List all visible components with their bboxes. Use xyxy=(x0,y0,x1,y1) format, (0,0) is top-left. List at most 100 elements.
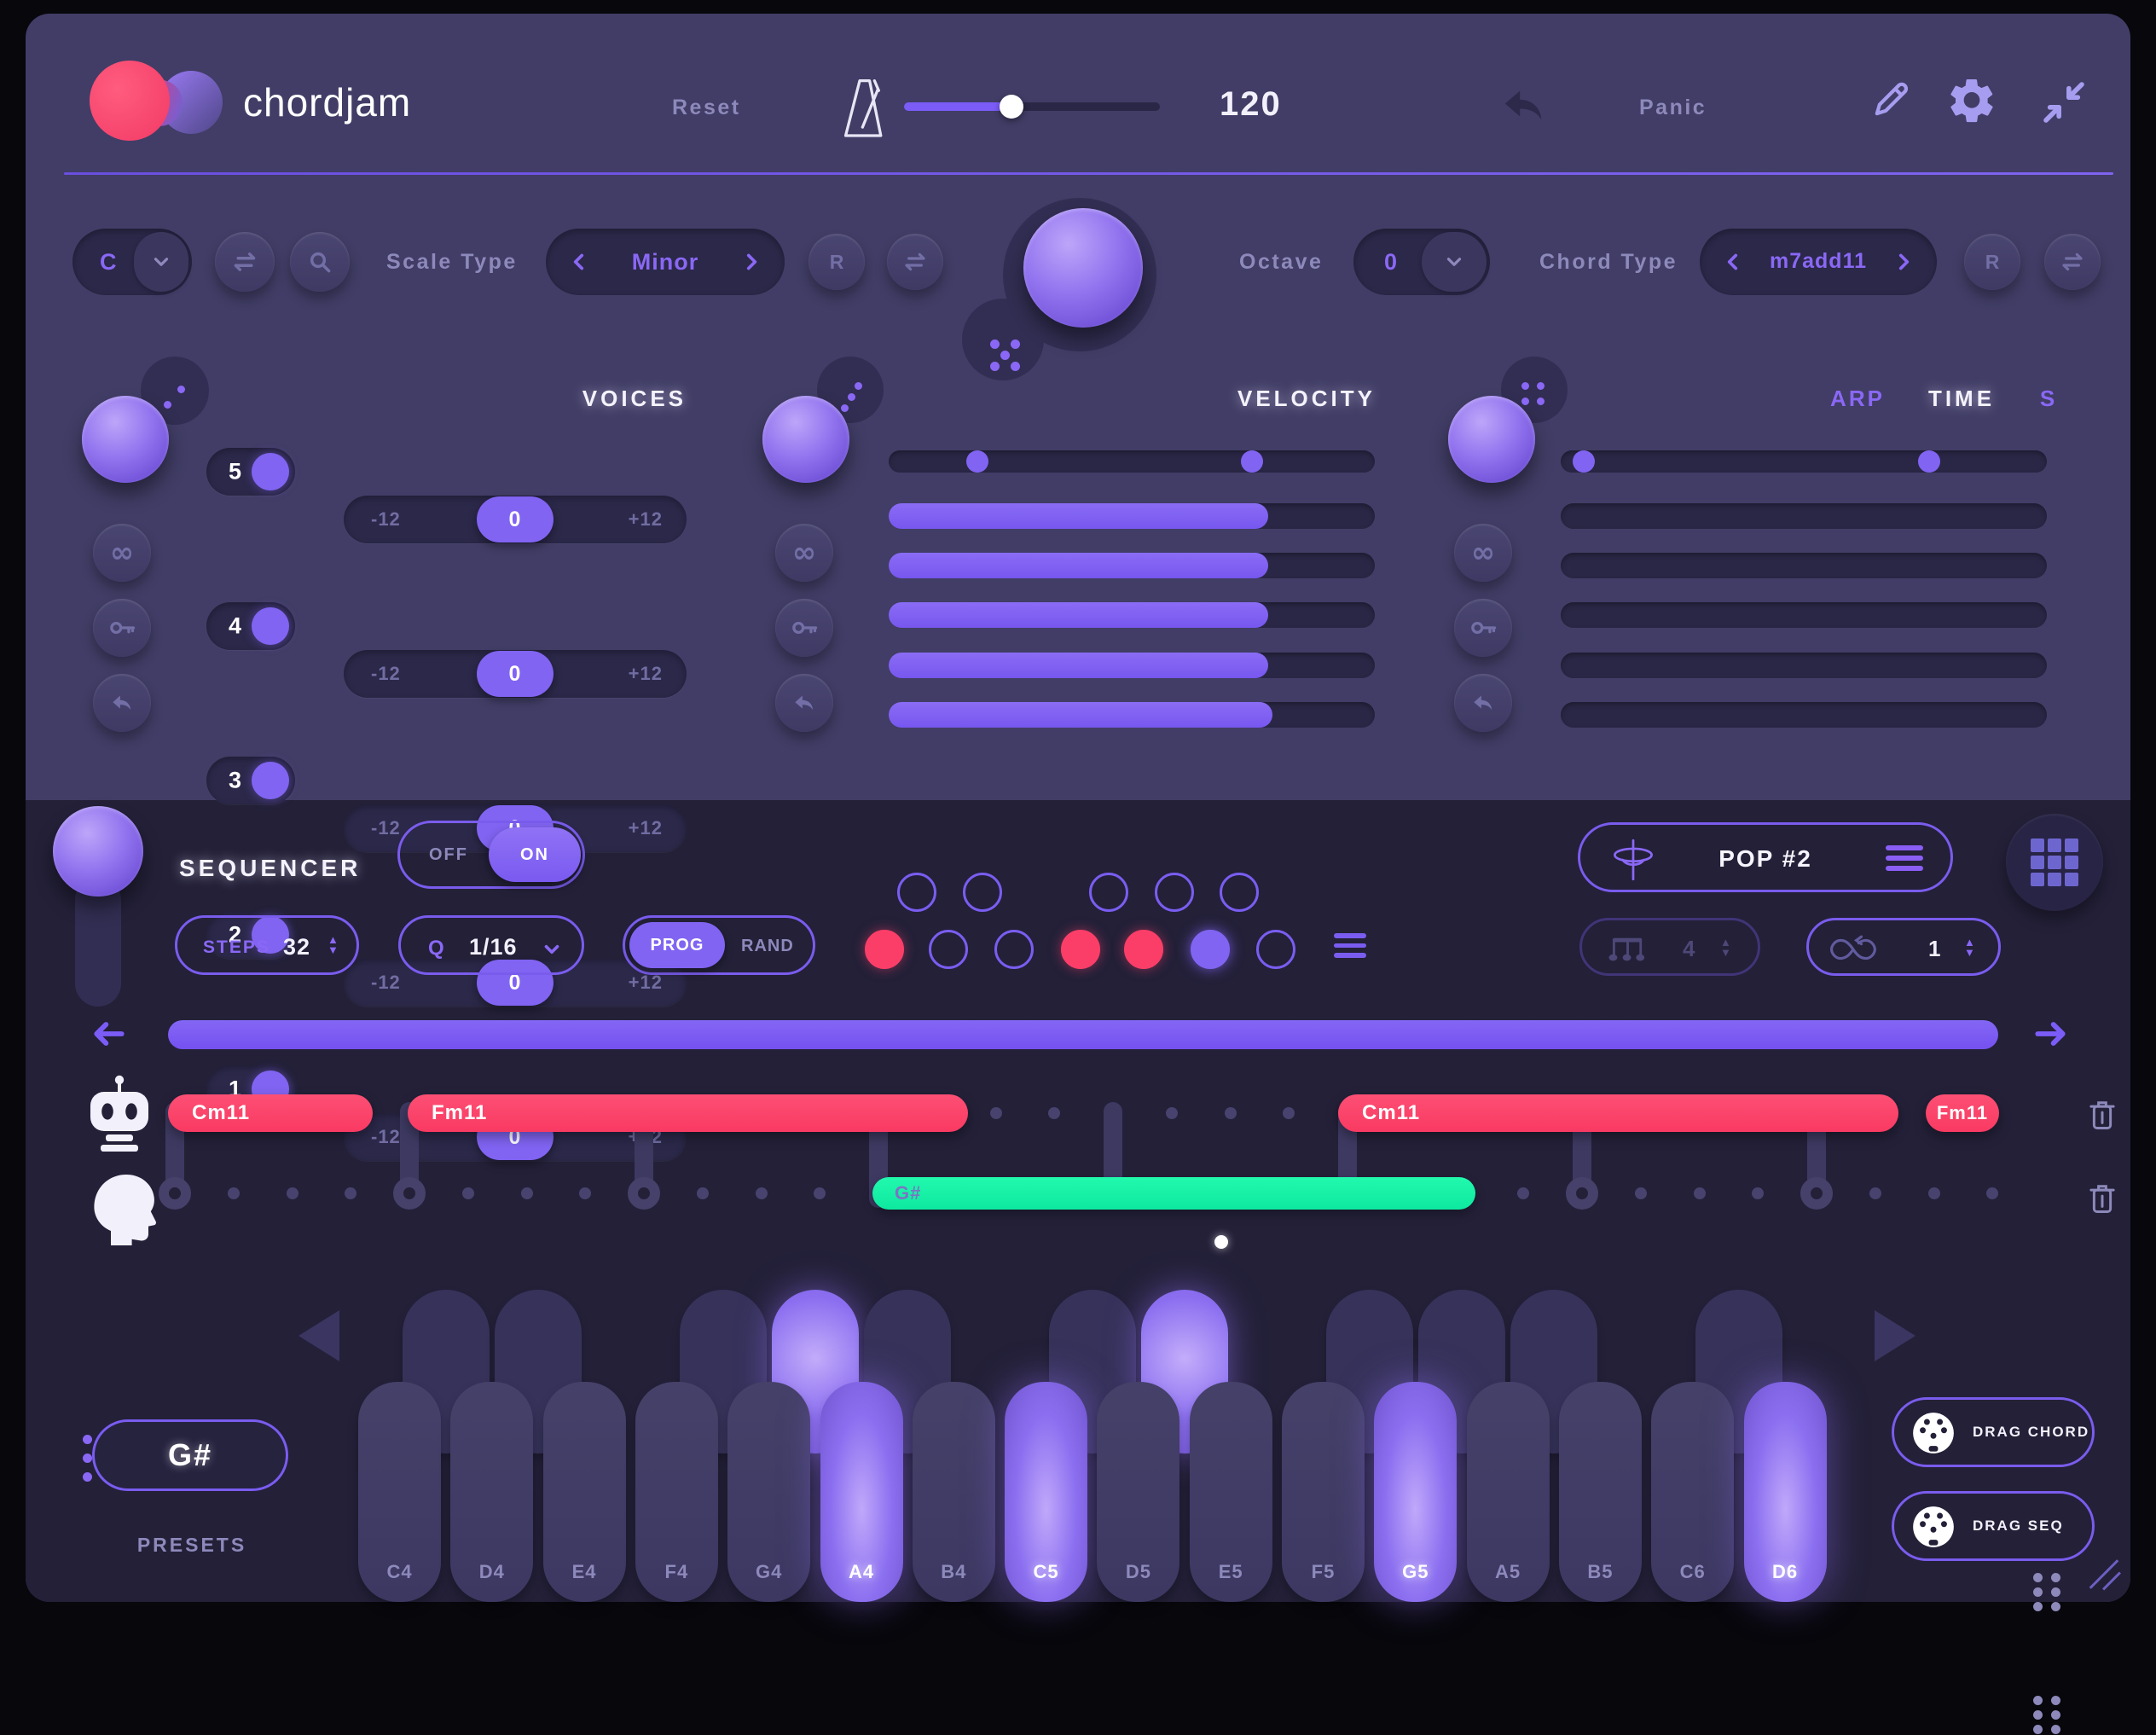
preset-selector[interactable]: POP #2 xyxy=(1578,822,1953,892)
note-step-ring[interactable] xyxy=(1800,1177,1833,1210)
scale-search-button[interactable] xyxy=(290,232,350,292)
voices-latch-infinity-button[interactable]: ∞ xyxy=(93,524,151,582)
chevron-right-icon[interactable] xyxy=(740,251,762,273)
chord-lane-drag-handle[interactable] xyxy=(2033,1573,2062,1612)
velocity-random-knob[interactable] xyxy=(762,396,849,483)
note-lane-drag-handle[interactable] xyxy=(2033,1696,2062,1735)
chord-type-select[interactable]: m7add11 xyxy=(1700,229,1937,295)
arp-time-range-handle-2[interactable] xyxy=(1918,450,1940,473)
white-key-G4[interactable]: G4 xyxy=(727,1382,810,1602)
white-key-B4[interactable]: B4 xyxy=(913,1382,995,1602)
chord-step-dot[interactable] xyxy=(1166,1107,1178,1119)
note-step-dot[interactable] xyxy=(521,1187,533,1199)
white-key-F4[interactable]: F4 xyxy=(635,1382,718,1602)
note-step-dot[interactable] xyxy=(1635,1187,1647,1199)
human-head-icon[interactable] xyxy=(87,1163,162,1249)
arp-range-slider[interactable] xyxy=(1561,450,2047,473)
velocity-key-lock-button[interactable] xyxy=(775,599,833,657)
velocity-latch-infinity-button[interactable]: ∞ xyxy=(775,524,833,582)
velocity-bar-3[interactable] xyxy=(889,602,1375,628)
key-select[interactable]: C xyxy=(72,229,192,295)
preset-menu-icon[interactable] xyxy=(1886,845,1923,871)
pattern-bottom-step-3[interactable] xyxy=(994,930,1034,969)
white-key-C4[interactable]: C4 xyxy=(358,1382,441,1602)
drag-chord-button[interactable]: DRAG CHORD xyxy=(1892,1397,2095,1467)
chord-random-button[interactable]: R xyxy=(1964,234,2020,290)
on-chip[interactable]: ON xyxy=(489,827,581,882)
sequencer-random-knob[interactable] xyxy=(53,806,143,897)
repeat-stepper[interactable]: 4 ▲▼ xyxy=(1579,918,1760,976)
velocity-bar-1[interactable] xyxy=(889,503,1375,529)
arp-time-bar-3[interactable] xyxy=(1561,602,2047,628)
scale-random-button[interactable]: R xyxy=(808,234,865,290)
key-dropdown-chip[interactable] xyxy=(134,232,188,292)
chord-block[interactable]: Fm11 xyxy=(408,1094,968,1132)
pattern-bottom-step-7[interactable] xyxy=(1256,930,1295,969)
note-step-dot[interactable] xyxy=(756,1187,768,1199)
drag-seq-button[interactable]: DRAG SEQ xyxy=(1892,1491,2095,1561)
chord-block[interactable]: Cm11 xyxy=(168,1094,373,1132)
arp-tab[interactable]: ARP xyxy=(1815,386,1900,412)
pattern-bottom-step-2[interactable] xyxy=(929,930,968,969)
metronome-icon[interactable] xyxy=(836,73,892,142)
robot-icon[interactable] xyxy=(78,1071,160,1153)
key-shuffle-button[interactable] xyxy=(215,232,275,292)
white-key-D4[interactable]: D4 xyxy=(450,1382,533,1602)
arp-time-bar-4[interactable] xyxy=(1561,653,2047,678)
settings-gear-icon[interactable] xyxy=(1946,75,1997,126)
timeline-right-arrow[interactable] xyxy=(2030,1015,2071,1053)
pattern-bottom-step-1[interactable] xyxy=(865,930,904,969)
note-step-ring[interactable] xyxy=(393,1177,426,1210)
voice-toggle-5[interactable]: 5 xyxy=(206,448,295,496)
grid-view-button[interactable] xyxy=(2006,814,2103,911)
sequence-timeline-bar[interactable] xyxy=(168,1020,1998,1049)
note-step-ring[interactable] xyxy=(1566,1177,1598,1210)
arp-undo-button[interactable] xyxy=(1454,674,1512,732)
white-key-A5[interactable]: A5 xyxy=(1467,1382,1550,1602)
pattern-top-step-3[interactable] xyxy=(1089,873,1128,912)
voice-on-dot[interactable] xyxy=(252,607,289,645)
velocity-range-handle-1[interactable] xyxy=(966,450,988,473)
sequencer-on-off-toggle[interactable]: OFF ON xyxy=(397,821,585,889)
velocity-range-slider[interactable] xyxy=(889,450,1375,473)
white-key-D6[interactable]: D6 xyxy=(1744,1382,1827,1602)
voices-random-knob[interactable] xyxy=(82,396,169,483)
white-key-E5[interactable]: E5 xyxy=(1190,1382,1272,1602)
voice-toggle-3[interactable]: 3 xyxy=(206,757,295,804)
prog-rand-toggle[interactable]: PROG RAND xyxy=(623,915,815,975)
transpose-value-chip[interactable]: 0 xyxy=(477,496,553,543)
chord-block[interactable]: Cm11 xyxy=(1338,1094,1898,1132)
white-key-E4[interactable]: E4 xyxy=(543,1382,626,1602)
loop-stepper[interactable]: 1 ▲▼ xyxy=(1806,918,2001,976)
quantize-select[interactable]: Q 1/16 xyxy=(398,915,584,975)
voices-undo-button[interactable] xyxy=(93,674,151,732)
note-step-dot[interactable] xyxy=(228,1187,240,1199)
note-step-dot[interactable] xyxy=(1928,1187,1940,1199)
arp-random-knob[interactable] xyxy=(1448,396,1535,483)
stepper-arrows-icon[interactable]: ▲▼ xyxy=(1720,937,1731,958)
white-key-C5[interactable]: C5 xyxy=(1005,1382,1087,1602)
chord-shuffle-button[interactable] xyxy=(2044,234,2101,290)
pattern-top-step-2[interactable] xyxy=(963,873,1002,912)
steps-stepper[interactable]: STEPS 32 ▲▼ xyxy=(175,915,359,975)
tempo-slider-handle[interactable] xyxy=(1000,95,1023,119)
note-step-dot[interactable] xyxy=(462,1187,474,1199)
bpm-value[interactable]: 120 xyxy=(1220,85,1282,124)
time-tab[interactable]: TIME xyxy=(1919,386,2004,412)
voice-on-dot[interactable] xyxy=(252,453,289,490)
pattern-bottom-step-5[interactable] xyxy=(1124,930,1163,969)
arp-latch-infinity-button[interactable]: ∞ xyxy=(1454,524,1512,582)
prog-chip[interactable]: PROG xyxy=(629,922,725,968)
white-key-G5[interactable]: G5 xyxy=(1374,1382,1457,1602)
root-note-display[interactable]: G# xyxy=(92,1419,288,1491)
pattern-top-step-4[interactable] xyxy=(1155,873,1194,912)
off-label[interactable]: OFF xyxy=(429,845,468,865)
velocity-undo-button[interactable] xyxy=(775,674,833,732)
pattern-top-step-1[interactable] xyxy=(897,873,936,912)
s-tab[interactable]: S xyxy=(2027,386,2070,412)
transpose-value-chip[interactable]: 0 xyxy=(477,651,553,697)
tempo-slider[interactable] xyxy=(904,102,1160,111)
note-step-ring[interactable] xyxy=(159,1177,191,1210)
panic-button[interactable]: Panic xyxy=(1639,96,1707,120)
velocity-bar-2[interactable] xyxy=(889,553,1375,578)
